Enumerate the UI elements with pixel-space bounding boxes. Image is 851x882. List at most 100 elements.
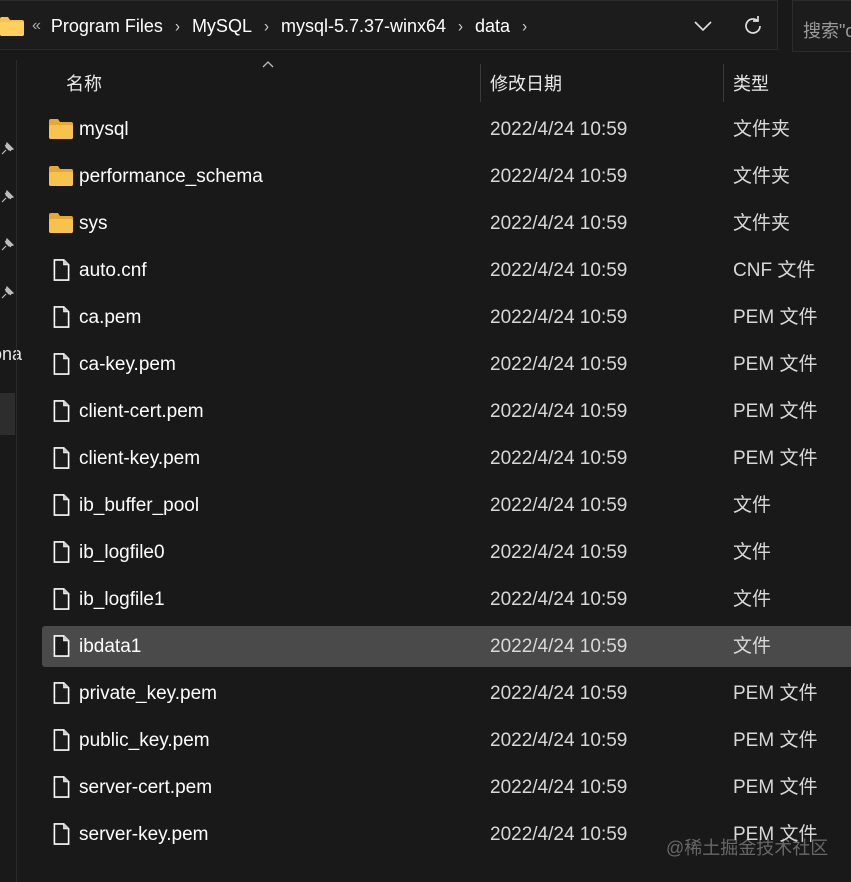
file-name[interactable]: ca.pem [79,297,141,338]
file-modified-date: 2022/4/24 10:59 [490,307,628,328]
crumb-data[interactable]: data [475,16,510,37]
file-row[interactable]: performance_schema 2022/4/24 10:59 文件夹 [42,156,851,197]
folder-icon [49,166,73,186]
file-name[interactable]: ibdata1 [79,626,141,667]
file-name[interactable]: performance_schema [79,156,263,197]
chevron-right-icon[interactable]: › [175,17,180,36]
file-name[interactable]: client-cert.pem [79,391,204,432]
file-icon [53,682,70,704]
chevron-down-icon [694,21,712,32]
file-modified-date: 2022/4/24 10:59 [490,683,628,704]
file-modified-date: 2022/4/24 10:59 [490,166,628,187]
file-icon [53,823,70,845]
file-type: PEM 文件 [733,448,818,469]
watermark: @稀土掘金技术社区 [666,838,829,858]
file-row[interactable]: ibdata1 2022/4/24 10:59 文件 [42,626,851,667]
file-row[interactable]: ca-key.pem 2022/4/24 10:59 PEM 文件 [42,344,851,385]
file-name[interactable]: private_key.pem [79,673,217,714]
file-name[interactable]: ib_logfile0 [79,532,165,573]
file-icon [53,494,70,516]
crumb-program-files[interactable]: Program Files [51,16,163,37]
file-modified-date: 2022/4/24 10:59 [490,213,628,234]
refresh-button[interactable] [738,11,768,41]
file-row[interactable]: ib_logfile0 2022/4/24 10:59 文件 [42,532,851,573]
file-icon [53,635,70,657]
folder-icon [49,213,73,233]
file-name[interactable]: mysql [79,109,129,150]
file-row[interactable]: server-cert.pem 2022/4/24 10:59 PEM 文件 [42,767,851,808]
search-input[interactable]: 搜索"d [792,0,851,52]
file-type: PEM 文件 [733,401,818,422]
column-resize-handle[interactable] [723,64,724,102]
file-row[interactable]: ca.pem 2022/4/24 10:59 PEM 文件 [42,297,851,338]
folder-icon [49,119,73,139]
file-name[interactable]: public_key.pem [79,720,210,761]
file-row[interactable]: auto.cnf 2022/4/24 10:59 CNF 文件 [42,250,851,291]
column-header-name[interactable]: 名称 [66,60,102,106]
chevron-right-icon[interactable]: › [522,17,527,36]
file-modified-date: 2022/4/24 10:59 [490,589,628,610]
file-type: PEM 文件 [733,307,818,328]
address-bar[interactable]: « Program Files › MySQL › mysql-5.7.37-w… [0,0,778,50]
nav-item-selected[interactable] [0,393,15,435]
file-type: 文件 [733,495,772,516]
file-type: 文件夹 [733,119,791,140]
chevron-right-icon[interactable]: › [264,17,269,36]
file-type: 文件 [733,636,772,657]
column-header-date[interactable]: 修改日期 [490,60,562,106]
file-modified-date: 2022/4/24 10:59 [490,354,628,375]
file-type: PEM 文件 [733,730,818,751]
file-modified-date: 2022/4/24 10:59 [490,448,628,469]
file-icon [53,776,70,798]
search-placeholder: 搜索"d [803,21,851,41]
file-type: 文件夹 [733,166,791,187]
file-name[interactable]: client-key.pem [79,438,200,479]
overflow-chevron-icon[interactable]: « [32,17,41,35]
file-icon [53,259,70,281]
refresh-icon [745,16,761,34]
file-modified-date: 2022/4/24 10:59 [490,260,628,281]
file-row[interactable]: ib_logfile1 2022/4/24 10:59 文件 [42,579,851,620]
file-name[interactable]: ib_buffer_pool [79,485,199,526]
file-row[interactable]: client-cert.pem 2022/4/24 10:59 PEM 文件 [42,391,851,432]
nav-item-label[interactable]: ona [0,344,22,365]
pin-icon[interactable] [0,286,14,300]
file-row[interactable]: private_key.pem 2022/4/24 10:59 PEM 文件 [42,673,851,714]
file-type: 文件夹 [733,213,791,234]
pane-divider[interactable] [16,60,17,882]
file-type: PEM 文件 [733,777,818,798]
file-modified-date: 2022/4/24 10:59 [490,495,628,516]
file-name[interactable]: sys [79,203,108,244]
pin-icon[interactable] [0,190,14,204]
column-header: 名称 修改日期 类型 [16,60,851,106]
chevron-right-icon[interactable]: › [458,17,463,36]
file-row[interactable]: sys 2022/4/24 10:59 文件夹 [42,203,851,244]
crumb-mysql-version[interactable]: mysql-5.7.37-winx64 [281,16,446,37]
file-name[interactable]: ca-key.pem [79,344,176,385]
file-modified-date: 2022/4/24 10:59 [490,636,628,657]
file-modified-date: 2022/4/24 10:59 [490,542,628,563]
file-type: PEM 文件 [733,354,818,375]
breadcrumb: « Program Files › MySQL › mysql-5.7.37-w… [0,1,539,51]
file-icon [53,353,70,375]
address-history-dropdown[interactable] [688,11,718,41]
file-modified-date: 2022/4/24 10:59 [490,730,628,751]
pin-icon[interactable] [0,142,14,156]
file-row[interactable]: ib_buffer_pool 2022/4/24 10:59 文件 [42,485,851,526]
file-row[interactable]: public_key.pem 2022/4/24 10:59 PEM 文件 [42,720,851,761]
file-name[interactable]: auto.cnf [79,250,147,291]
file-row[interactable]: mysql 2022/4/24 10:59 文件夹 [42,109,851,150]
file-type: 文件 [733,542,772,563]
file-name[interactable]: server-key.pem [79,814,209,855]
pin-icon[interactable] [0,238,14,252]
file-icon [53,400,70,422]
file-row[interactable]: client-key.pem 2022/4/24 10:59 PEM 文件 [42,438,851,479]
file-name[interactable]: server-cert.pem [79,767,212,808]
file-modified-date: 2022/4/24 10:59 [490,777,628,798]
column-resize-handle[interactable] [480,64,481,102]
file-type: 文件 [733,589,772,610]
column-header-type[interactable]: 类型 [733,60,769,106]
file-name[interactable]: ib_logfile1 [79,579,165,620]
file-type: PEM 文件 [733,683,818,704]
crumb-mysql[interactable]: MySQL [192,16,252,37]
